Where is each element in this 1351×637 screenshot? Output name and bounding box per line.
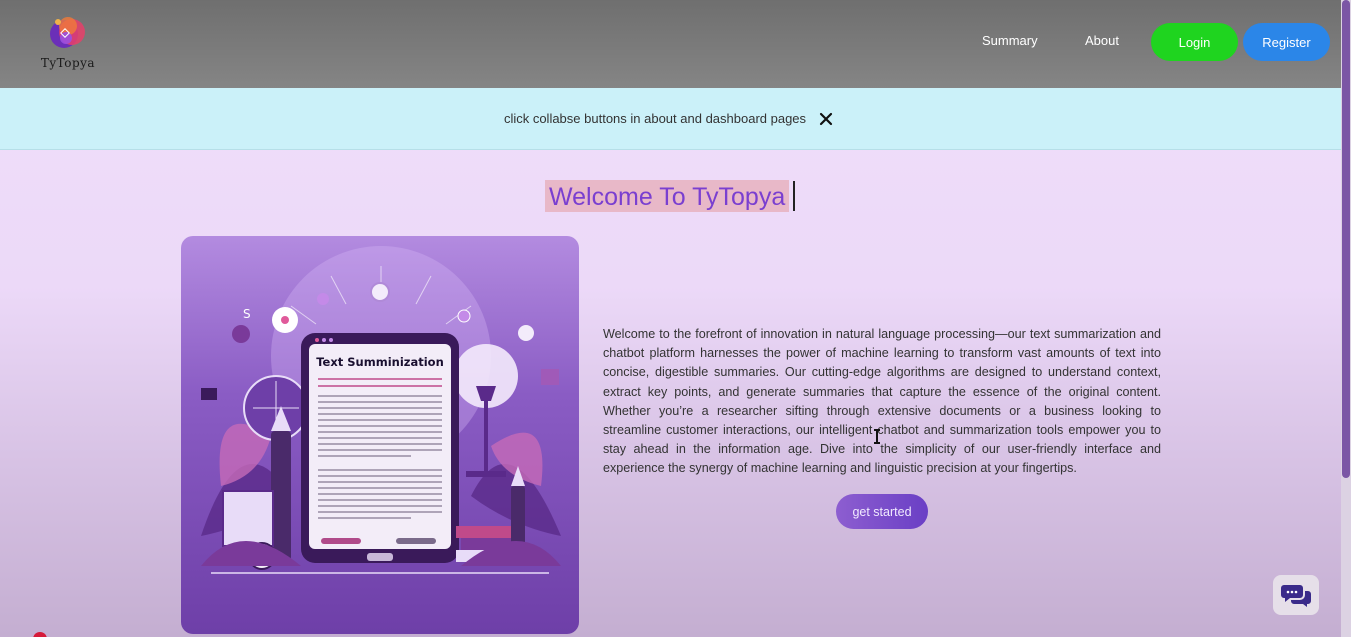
top-navbar: TyTopya Summary About Login Register	[0, 0, 1341, 88]
chat-bubbles-icon	[1281, 585, 1311, 607]
hero-illustration: S Text Summinization	[181, 236, 579, 634]
nav-about-link[interactable]: About	[1085, 33, 1119, 48]
logo-icon	[50, 17, 85, 48]
scrollbar-thumb[interactable]	[1342, 0, 1350, 478]
chat-button[interactable]	[1273, 575, 1319, 615]
text-caret	[793, 181, 795, 211]
intro-description: Welcome to the forefront of innovation i…	[603, 327, 1161, 476]
text-cursor-icon	[874, 429, 880, 444]
logo[interactable]: TyTopya	[40, 12, 96, 74]
notice-text: click collabse buttons in about and dash…	[503, 111, 807, 126]
login-button[interactable]: Login	[1151, 23, 1238, 61]
get-started-button[interactable]: get started	[836, 494, 928, 529]
illustration-heading: Text Summinization	[316, 355, 444, 369]
svg-text:S: S	[243, 307, 251, 321]
page-title: Welcome To TyTopya	[549, 183, 786, 211]
close-icon[interactable]	[818, 111, 834, 127]
notification-dot	[33, 632, 47, 637]
text-summarization-illustration: S Text Summinization	[201, 246, 561, 574]
logo-text: TyTopya	[40, 56, 96, 70]
register-button[interactable]: Register	[1243, 23, 1330, 61]
nav-summary-link[interactable]: Summary	[982, 33, 1038, 48]
notice-banner: click collabse buttons in about and dash…	[0, 88, 1341, 150]
page-title-highlight: Welcome To TyTopya	[545, 180, 790, 212]
